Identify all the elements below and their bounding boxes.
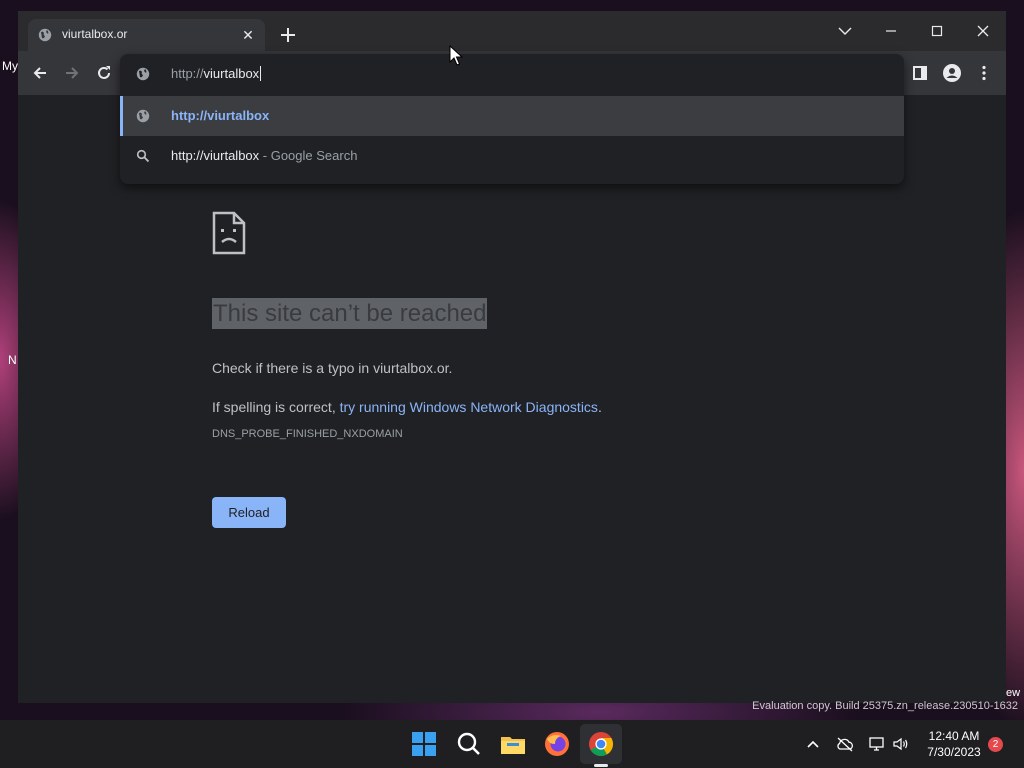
- reload-icon[interactable]: [94, 63, 114, 83]
- new-tab-plus-icon[interactable]: [278, 25, 298, 45]
- clock-time: 12:40 AM: [928, 729, 980, 743]
- desktop-label-fragment: ew: [1006, 687, 1021, 699]
- network-icon[interactable]: [867, 734, 887, 754]
- suggestion-search[interactable]: http://viurtalbox - Google Search: [120, 136, 904, 176]
- error-code: DNS_PROBE_FINISHED_NXDOMAIN: [212, 428, 403, 440]
- mouse-cursor-icon: [449, 45, 463, 66]
- volume-icon[interactable]: [891, 734, 911, 754]
- maximize-icon[interactable]: [925, 19, 949, 43]
- reload-button[interactable]: Reload: [212, 497, 286, 528]
- address-bar[interactable]: http://viurtalbox: [120, 54, 904, 94]
- address-typed: viurtalbox: [203, 66, 260, 81]
- browser-tab[interactable]: viurtalbox.or ✕: [28, 19, 265, 51]
- notification-badge[interactable]: 2: [988, 737, 1003, 752]
- firefox-icon[interactable]: [543, 730, 571, 758]
- error-page: This site can’t be reached Check if ther…: [18, 95, 1006, 703]
- diagnostics-prefix: If spelling is correct,: [212, 399, 340, 415]
- suggestion-url[interactable]: http://viurtalbox: [120, 96, 904, 136]
- globe-icon: [38, 28, 52, 42]
- tab-search-chevron-icon[interactable]: [833, 19, 857, 43]
- error-diagnostics-hint: If spelling is correct, try running Wind…: [212, 399, 602, 415]
- evaluation-watermark: Evaluation copy. Build 25375.zn_release.…: [752, 700, 1018, 712]
- tab-title: viurtalbox.or: [62, 27, 128, 41]
- system-clock[interactable]: 12:40 AM 7/30/2023: [918, 728, 990, 760]
- suggestion-text: http://viurtalbox: [171, 108, 270, 123]
- title-bar: viurtalbox.or ✕: [18, 11, 1006, 51]
- error-typo-hint: Check if there is a typo in viurtalbox.o…: [212, 360, 453, 376]
- clock-date: 7/30/2023: [927, 745, 981, 759]
- menu-kebab-icon[interactable]: [974, 63, 994, 83]
- side-panel-icon[interactable]: [910, 63, 930, 83]
- windows-start-icon[interactable]: [410, 730, 438, 758]
- suggestion-text: http://viurtalbox - Google Search: [171, 148, 358, 163]
- address-scheme: http://: [171, 66, 204, 81]
- browser-window: viurtalbox.or ✕ This site can’t be reach…: [18, 11, 1006, 703]
- desktop-label-fragment: My: [2, 59, 18, 73]
- forward-arrow-icon[interactable]: [62, 63, 82, 83]
- profile-avatar-icon[interactable]: [942, 63, 962, 83]
- chrome-icon[interactable]: [587, 730, 615, 758]
- network-diagnostics-link[interactable]: try running Windows Network Diagnostics: [340, 399, 598, 415]
- globe-icon: [136, 67, 150, 81]
- search-icon: [136, 149, 150, 163]
- error-title: This site can’t be reached: [212, 298, 488, 329]
- taskbar: 12:40 AM 7/30/2023 2: [0, 720, 1024, 768]
- chevron-up-icon[interactable]: [803, 734, 823, 754]
- diagnostics-suffix: .: [597, 399, 602, 415]
- sad-page-icon: [212, 211, 246, 255]
- address-text[interactable]: http://viurtalbox: [171, 66, 262, 81]
- globe-icon: [136, 109, 150, 123]
- desktop-label-fragment: N: [8, 353, 17, 367]
- omnibox-dropdown: http://viurtalbox http://viurtalbox http…: [120, 54, 904, 184]
- file-explorer-icon[interactable]: [499, 730, 527, 758]
- close-window-icon[interactable]: [971, 19, 995, 43]
- close-icon[interactable]: ✕: [238, 25, 258, 45]
- active-app-indicator: [594, 764, 608, 767]
- text-caret: [260, 66, 262, 81]
- cloud-offline-icon[interactable]: [835, 734, 855, 754]
- back-arrow-icon[interactable]: [30, 63, 50, 83]
- minimize-icon[interactable]: [879, 19, 903, 43]
- search-icon[interactable]: [455, 730, 483, 758]
